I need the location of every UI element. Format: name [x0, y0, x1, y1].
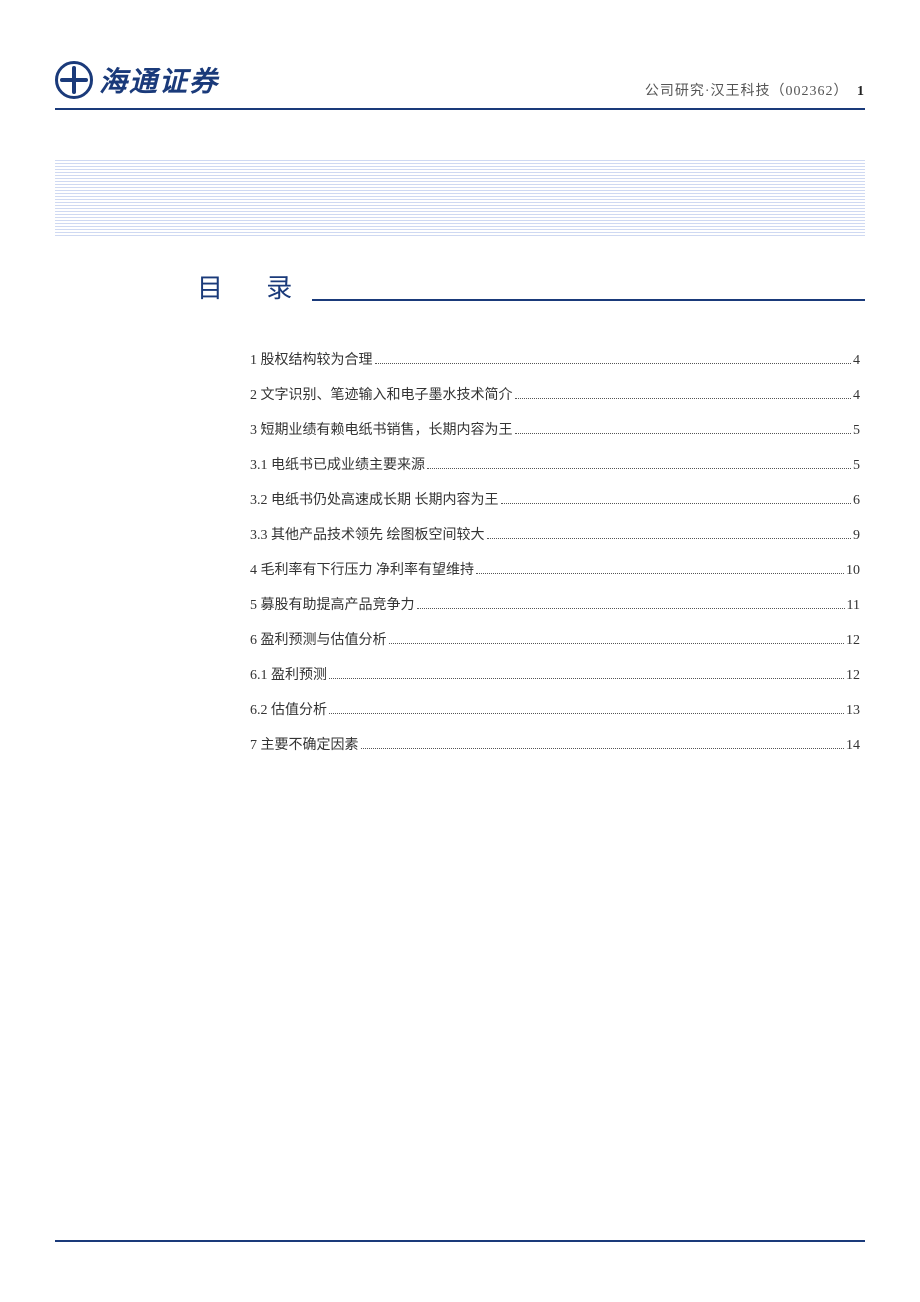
toc-entry: 6.1 盈利预测 12 [250, 664, 860, 684]
toc-page: 5 [853, 423, 860, 439]
toc-page: 4 [853, 388, 860, 404]
toc-label: 5 募股有助提高产品竞争力 [250, 594, 415, 614]
decorative-banner [55, 160, 865, 238]
toc-label: 3 短期业绩有赖电纸书销售，长期内容为王 [250, 419, 513, 439]
page-header: 海通证券 公司研究·汉王科技（002362） 1 [0, 0, 920, 108]
toc-page: 9 [853, 528, 860, 544]
toc-leader [515, 398, 852, 399]
toc-leader [501, 503, 852, 504]
toc-entry: 3 短期业绩有赖电纸书销售，长期内容为王 5 [250, 419, 860, 439]
footer-divider [55, 1240, 865, 1242]
toc-entry: 6.2 估值分析 13 [250, 699, 860, 719]
toc-page: 11 [847, 598, 860, 614]
toc-page: 10 [846, 563, 860, 579]
breadcrumb-text: 公司研究·汉王科技（002362） [645, 84, 849, 99]
toc-heading-row: 目 录 [197, 268, 865, 305]
toc-entry: 4 毛利率有下行压力 净利率有望维持 10 [250, 559, 860, 579]
toc-leader [487, 538, 852, 539]
toc-label: 1 股权结构较为合理 [250, 349, 373, 369]
brand-name: 海通证券 [99, 60, 219, 100]
toc-label: 7 主要不确定因素 [250, 734, 359, 754]
toc-entry: 3.1 电纸书已成业绩主要来源 5 [250, 454, 860, 474]
toc-entry: 5 募股有助提高产品竞争力 11 [250, 594, 860, 614]
toc-heading: 目 录 [197, 268, 312, 305]
toc-label: 6 盈利预测与估值分析 [250, 629, 387, 649]
toc-entry: 3.3 其他产品技术领先 绘图板空间较大 9 [250, 524, 860, 544]
toc-label: 3.1 电纸书已成业绩主要来源 [250, 454, 425, 474]
toc-leader [375, 363, 852, 364]
toc-page: 13 [846, 703, 860, 719]
toc-page: 6 [853, 493, 860, 509]
toc-leader [417, 608, 845, 609]
toc-leader [329, 678, 844, 679]
brand-logo: 海通证券 [55, 60, 219, 100]
toc-heading-rule [312, 299, 865, 301]
toc-leader [476, 573, 844, 574]
toc-page: 12 [846, 668, 860, 684]
toc-leader [329, 713, 844, 714]
toc-label: 3.2 电纸书仍处高速成长期 长期内容为王 [250, 489, 499, 509]
table-of-contents: 1 股权结构较为合理 4 2 文字识别、笔迹输入和电子墨水技术简介 4 3 短期业绩… [250, 349, 860, 754]
toc-label: 6.2 估值分析 [250, 699, 327, 719]
toc-leader [389, 643, 845, 644]
header-breadcrumb: 公司研究·汉王科技（002362） 1 [645, 80, 865, 100]
logo-mark-icon [55, 61, 93, 99]
toc-entry: 6 盈利预测与估值分析 12 [250, 629, 860, 649]
toc-entry: 3.2 电纸书仍处高速成长期 长期内容为王 6 [250, 489, 860, 509]
toc-leader [515, 433, 852, 434]
toc-label: 4 毛利率有下行压力 净利率有望维持 [250, 559, 474, 579]
toc-page: 14 [846, 738, 860, 754]
toc-page: 5 [853, 458, 860, 474]
toc-entry: 1 股权结构较为合理 4 [250, 349, 860, 369]
toc-leader [361, 748, 845, 749]
toc-page: 4 [853, 353, 860, 369]
toc-label: 2 文字识别、笔迹输入和电子墨水技术简介 [250, 384, 513, 404]
toc-leader [427, 468, 851, 469]
toc-entry: 2 文字识别、笔迹输入和电子墨水技术简介 4 [250, 384, 860, 404]
toc-label: 6.1 盈利预测 [250, 664, 327, 684]
toc-entry: 7 主要不确定因素 14 [250, 734, 860, 754]
page-number: 1 [857, 84, 865, 99]
header-divider [55, 108, 865, 110]
toc-page: 12 [846, 633, 860, 649]
toc-label: 3.3 其他产品技术领先 绘图板空间较大 [250, 524, 485, 544]
